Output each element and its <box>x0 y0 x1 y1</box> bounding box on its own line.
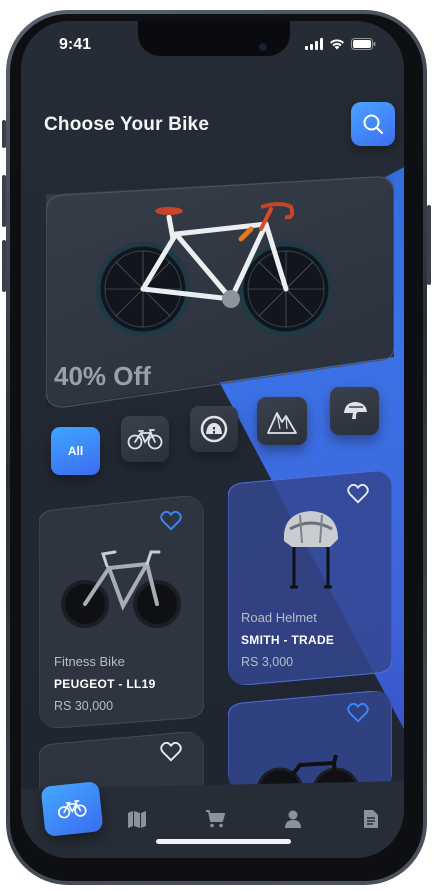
helmet-image <box>283 511 338 589</box>
nav-document-button[interactable] <box>360 809 382 829</box>
nav-map-button[interactable] <box>126 809 148 829</box>
fitness-bike-image <box>61 550 181 628</box>
page-title: Choose Your Bike <box>44 114 210 135</box>
bicycle-icon <box>127 429 163 450</box>
category-bicycle[interactable] <box>121 416 169 462</box>
bicycle-icon <box>57 800 87 819</box>
notch <box>138 21 290 56</box>
nav-profile-button[interactable] <box>282 809 304 829</box>
product-name: PEUGEOT - LL19 <box>54 677 156 691</box>
home-indicator[interactable] <box>156 839 291 844</box>
helmet-icon <box>343 402 367 419</box>
product-price: RS 30,000 <box>54 699 114 713</box>
signal-icon <box>305 38 323 50</box>
search-icon <box>363 114 384 135</box>
road-bike-image <box>95 202 334 337</box>
product-card[interactable]: Fitness Bike PEUGEOT - LL19 RS 30,000 <box>39 496 204 728</box>
category-all[interactable]: All <box>51 427 100 475</box>
product-category: Road Helmet <box>241 610 317 625</box>
product-card[interactable] <box>228 691 392 791</box>
product-name: SMITH - TRADE <box>241 633 335 647</box>
product-card[interactable]: Road Helmet SMITH - TRADE RS 3,000 <box>228 471 392 685</box>
nav-bike-button[interactable] <box>40 781 104 837</box>
user-icon <box>285 810 301 828</box>
discount-label: 40% Off <box>54 361 151 391</box>
road-icon <box>200 415 228 443</box>
search-button[interactable] <box>351 102 395 146</box>
product-price: RS 3,000 <box>241 655 294 669</box>
cart-icon <box>206 810 225 828</box>
product-category: Fitness Bike <box>54 654 125 669</box>
category-road[interactable] <box>190 406 238 452</box>
nav-cart-button[interactable] <box>204 809 226 829</box>
map-icon <box>128 811 146 828</box>
wifi-icon <box>330 39 344 50</box>
favorite-heart-icon[interactable] <box>347 703 369 723</box>
favorite-heart-icon[interactable] <box>160 742 182 762</box>
category-all-label: All <box>67 444 84 458</box>
status-time: 9:41 <box>59 36 92 53</box>
power-button <box>427 205 431 285</box>
battery-icon <box>351 38 376 50</box>
camera <box>259 43 267 51</box>
category-helmet[interactable] <box>330 387 379 435</box>
favorite-heart-icon[interactable] <box>347 484 369 504</box>
category-mountain[interactable] <box>257 397 307 445</box>
favorite-heart-icon[interactable] <box>160 511 182 531</box>
document-icon <box>364 810 378 828</box>
status-icons <box>305 38 376 50</box>
app-screen: 9:41 Choose Your Bike 40% Off All Fitnes… <box>21 21 404 858</box>
mountain-icon <box>267 412 297 434</box>
